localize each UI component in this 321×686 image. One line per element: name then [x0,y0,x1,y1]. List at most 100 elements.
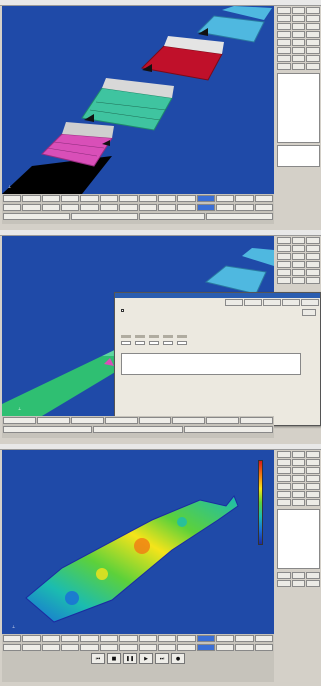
side-button[interactable] [291,55,306,62]
toolbar-button[interactable] [22,204,41,211]
side-button[interactable] [306,483,320,490]
toolbar-field[interactable] [93,426,183,433]
toolbar-button[interactable] [70,417,104,424]
toolbar-button[interactable] [157,644,177,651]
side-button[interactable] [291,499,306,506]
toolbar-button[interactable] [61,644,80,651]
rewind-icon[interactable]: ⏮ [91,653,105,664]
toolbar-button[interactable] [80,644,99,651]
toolbar-button[interactable] [80,635,99,642]
option-checkbox[interactable] [121,309,124,312]
value-field[interactable] [135,341,145,345]
toolbar-button[interactable] [22,635,41,642]
side-button[interactable] [291,31,306,38]
toolbar-field[interactable] [206,213,273,220]
side-button[interactable] [306,23,320,30]
side-button[interactable] [291,245,306,252]
toolbar-button[interactable] [61,635,80,642]
side-button[interactable] [277,245,291,252]
toolbar-field[interactable] [138,213,206,220]
toolbar-button[interactable] [235,644,254,651]
side-button[interactable] [291,451,306,458]
toolbar-button[interactable] [119,644,138,651]
side-button[interactable] [291,580,306,587]
toolbar-button[interactable] [41,635,61,642]
toolbar-button-active[interactable] [196,635,215,642]
side-button[interactable] [306,253,320,260]
play-icon[interactable]: ▶ [139,653,153,664]
side-button[interactable] [277,451,291,458]
side-button[interactable] [306,572,320,579]
side-button[interactable] [306,491,320,498]
side-button[interactable] [291,63,306,70]
side-button[interactable] [291,475,306,482]
toolbar-button[interactable] [61,195,80,202]
side-button[interactable] [306,237,320,244]
toolbar-button[interactable] [254,635,274,642]
toolbar-button[interactable] [215,635,235,642]
side-button[interactable] [306,580,320,587]
side-button[interactable] [277,253,291,260]
side-button[interactable] [277,47,291,54]
side-button[interactable] [277,39,291,46]
side-button[interactable] [291,261,306,268]
side-button[interactable] [306,31,320,38]
toolbar-button[interactable] [119,635,138,642]
forward-icon[interactable]: ⏭ [155,653,169,664]
side-button[interactable] [277,491,291,498]
toolbar-button[interactable] [138,635,157,642]
toolbar-button-active[interactable] [196,644,215,651]
side-button[interactable] [306,269,320,276]
side-button[interactable] [291,483,306,490]
dialog-tab[interactable] [244,299,262,306]
side-button[interactable] [291,253,306,260]
toolbar-field[interactable] [3,213,70,220]
side-button[interactable] [306,451,320,458]
toolbar-button[interactable] [41,195,61,202]
side-button[interactable] [291,15,306,22]
side-button[interactable] [277,31,291,38]
side-button[interactable] [306,55,320,62]
toolbar-button[interactable] [99,635,119,642]
toolbar-button[interactable] [61,204,80,211]
toolbar-button[interactable] [99,644,119,651]
value-field[interactable] [149,341,159,345]
toolbar-button[interactable] [138,644,157,651]
toolbar-button[interactable] [99,204,119,211]
value-field[interactable] [177,341,187,345]
toolbar-button[interactable] [157,635,177,642]
side-button[interactable] [291,47,306,54]
toolbar-button[interactable] [41,644,61,651]
side-button[interactable] [306,261,320,268]
toolbar-field[interactable] [183,426,273,433]
toolbar-button[interactable] [215,644,235,651]
side-button[interactable] [277,483,291,490]
toolbar-button[interactable] [254,204,274,211]
toolbar-button[interactable] [41,204,61,211]
side-button[interactable] [291,459,306,466]
toolbar-button[interactable] [3,644,22,651]
side-button[interactable] [291,491,306,498]
toolbar-button[interactable] [177,644,196,651]
toolbar-button[interactable] [240,417,273,424]
dialog-tab[interactable] [225,299,243,306]
side-button[interactable] [291,23,306,30]
toolbar-button[interactable] [235,635,254,642]
toolbar-button[interactable] [3,195,22,202]
side-button[interactable] [277,475,291,482]
side-button[interactable] [277,580,291,587]
toolbar-button[interactable] [36,417,70,424]
side-button[interactable] [277,269,291,276]
side-button[interactable] [306,467,320,474]
toolbar-button[interactable] [177,195,196,202]
value-field[interactable] [121,341,131,345]
toolbar-button[interactable] [3,417,36,424]
toolbar-button[interactable] [119,204,138,211]
side-button[interactable] [277,467,291,474]
side-button[interactable] [306,7,320,14]
toolbar-button[interactable] [254,195,274,202]
side-button[interactable] [277,277,291,284]
results-list[interactable] [121,353,301,375]
side-button[interactable] [291,467,306,474]
side-button[interactable] [277,15,291,22]
